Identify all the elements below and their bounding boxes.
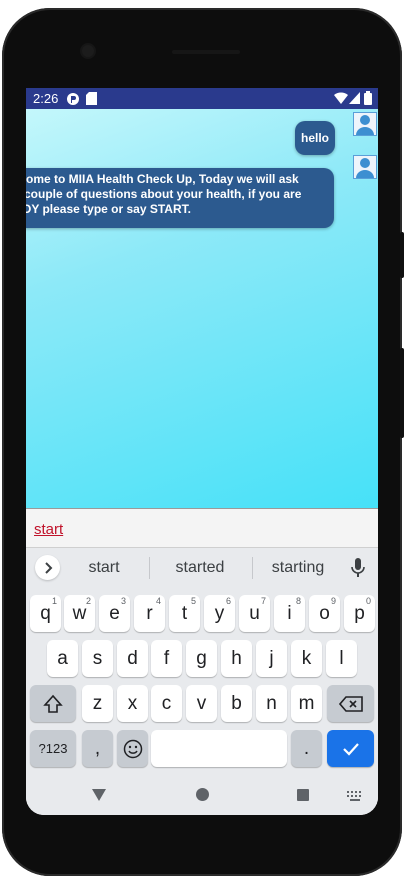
- emoji-key[interactable]: [117, 730, 148, 767]
- key-n[interactable]: n: [256, 685, 287, 722]
- message-line: lcome to MIIA Health Check Up, Today we …: [26, 172, 299, 186]
- sd-card-icon: [86, 92, 97, 108]
- key-e[interactable]: e3: [99, 595, 130, 632]
- key-f[interactable]: f: [151, 640, 182, 677]
- soft-keyboard: start started starting q1 w2 e3 r4 t5 y6…: [26, 548, 378, 815]
- backspace-icon: [338, 695, 363, 712]
- signal-icon: [349, 92, 360, 107]
- key-i[interactable]: i8: [274, 595, 305, 632]
- volume-button: [400, 348, 404, 438]
- key-z[interactable]: z: [82, 685, 113, 722]
- message-input[interactable]: start: [26, 508, 378, 548]
- notification-icon: [66, 92, 80, 109]
- front-camera: [82, 45, 94, 57]
- suggestion-strip: start started starting: [26, 548, 378, 588]
- status-time: 2:26: [33, 91, 59, 106]
- key-k[interactable]: k: [291, 640, 322, 677]
- key-y[interactable]: y6: [204, 595, 235, 632]
- comma-key[interactable]: ,: [82, 730, 113, 767]
- suggestion-start[interactable]: start: [54, 559, 154, 577]
- key-a[interactable]: a: [47, 640, 78, 677]
- period-key[interactable]: .: [291, 730, 322, 767]
- enter-key[interactable]: [327, 730, 374, 767]
- key-t[interactable]: t5: [169, 595, 200, 632]
- key-x[interactable]: x: [117, 685, 148, 722]
- earpiece-speaker: [172, 50, 240, 54]
- back-icon[interactable]: [92, 788, 106, 806]
- battery-icon: [364, 91, 372, 108]
- key-c[interactable]: c: [151, 685, 182, 722]
- wifi-icon: [334, 92, 348, 107]
- symbols-key[interactable]: ?123: [30, 730, 76, 767]
- checkmark-icon: [342, 742, 359, 756]
- key-j[interactable]: j: [256, 640, 287, 677]
- recents-icon[interactable]: [297, 788, 309, 806]
- power-button: [400, 232, 404, 278]
- home-icon[interactable]: [196, 788, 209, 806]
- phone-frame: 2:26 hello lcome to MIIA Health Check Up…: [2, 8, 404, 876]
- backspace-key[interactable]: [327, 685, 374, 722]
- key-q[interactable]: q1: [30, 595, 61, 632]
- message-line: ADY please type or say START.: [26, 202, 191, 216]
- key-m[interactable]: m: [291, 685, 322, 722]
- shift-icon: [43, 694, 63, 713]
- message-text: hello: [300, 131, 329, 145]
- bot-message-bubble: lcome to MIIA Health Check Up, Today we …: [26, 168, 334, 228]
- message-line: a couple of questions about your health,…: [26, 187, 302, 201]
- key-h[interactable]: h: [221, 640, 252, 677]
- key-w[interactable]: w2: [64, 595, 95, 632]
- key-o[interactable]: o9: [309, 595, 340, 632]
- key-s[interactable]: s: [82, 640, 113, 677]
- emoji-icon: [123, 739, 142, 758]
- status-bar: 2:26: [26, 88, 378, 109]
- message-input-text: start: [34, 521, 64, 538]
- user-avatar-icon: [353, 112, 377, 136]
- key-u[interactable]: u7: [239, 595, 270, 632]
- key-v[interactable]: v: [186, 685, 217, 722]
- key-b[interactable]: b: [221, 685, 252, 722]
- shift-key[interactable]: [30, 685, 76, 722]
- space-key[interactable]: [151, 730, 287, 767]
- chat-area[interactable]: hello lcome to MIIA Health Check Up, Tod…: [26, 109, 378, 508]
- screen: 2:26 hello lcome to MIIA Health Check Up…: [26, 88, 378, 815]
- key-g[interactable]: g: [186, 640, 217, 677]
- key-r[interactable]: r4: [134, 595, 165, 632]
- mic-icon[interactable]: [351, 558, 365, 583]
- user-message-bubble: hello: [295, 121, 335, 155]
- key-l[interactable]: l: [326, 640, 357, 677]
- navigation-bar: [26, 775, 378, 815]
- bot-avatar-icon: [353, 155, 377, 179]
- key-p[interactable]: p0: [344, 595, 375, 632]
- key-d[interactable]: d: [117, 640, 148, 677]
- keyboard-icon[interactable]: [347, 789, 363, 807]
- suggestion-starting[interactable]: starting: [248, 559, 348, 577]
- suggestion-started[interactable]: started: [150, 559, 250, 577]
